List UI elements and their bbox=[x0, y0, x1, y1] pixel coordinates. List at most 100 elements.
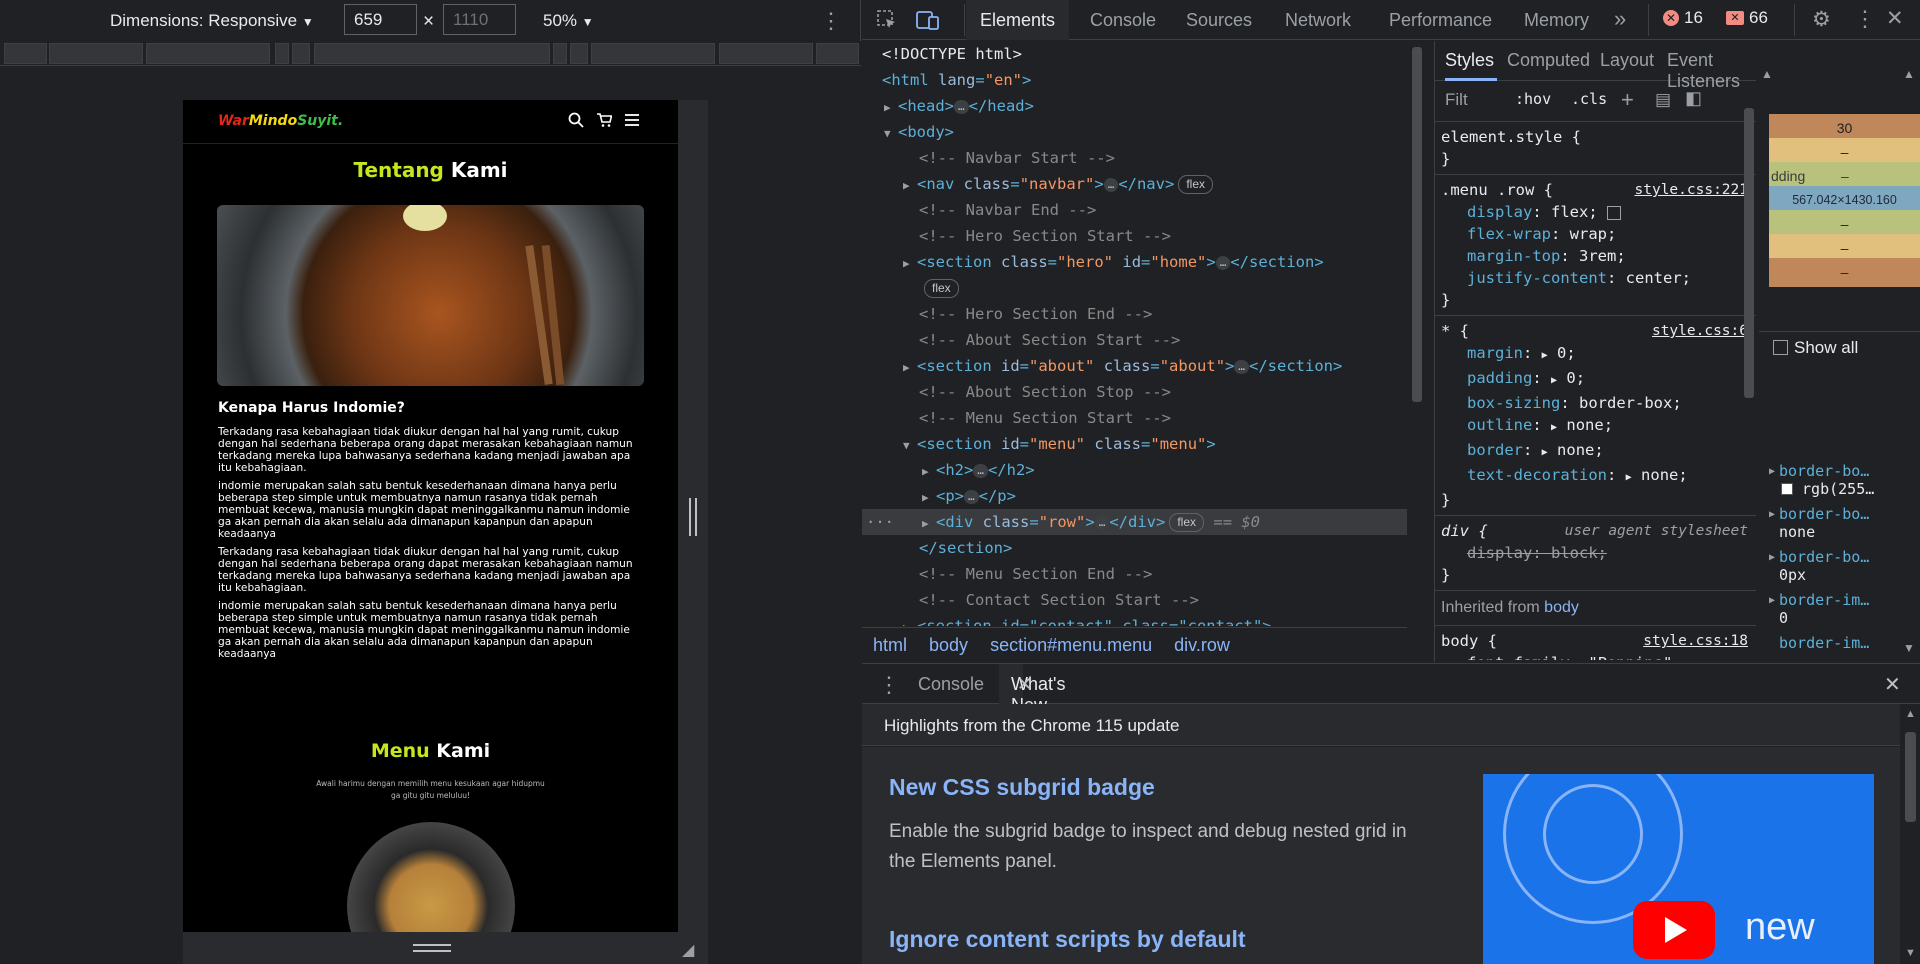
expand-triangle-icon[interactable]: ▶ bbox=[903, 615, 917, 626]
device-toggle-icon[interactable] bbox=[916, 9, 940, 36]
source-link[interactable]: style.css:221 bbox=[1635, 179, 1749, 201]
dom-comment[interactable]: <!-- Navbar Start --> bbox=[862, 145, 1407, 171]
dom-node[interactable]: ▶ <section id="about" class="about">… </se… bbox=[862, 353, 1407, 379]
tab-memory[interactable]: Memory bbox=[1524, 10, 1589, 31]
computed-property[interactable]: ▶ border-bo… none bbox=[1759, 505, 1920, 548]
tab-elements[interactable]: Elements bbox=[966, 0, 1070, 40]
height-input[interactable] bbox=[443, 4, 516, 35]
style-rule[interactable]: body {style.css:18font-family: "Poppins" bbox=[1435, 626, 1756, 662]
resize-handle-bottom[interactable] bbox=[413, 944, 451, 952]
cart-icon[interactable] bbox=[596, 112, 613, 128]
dom-node[interactable]: ▶ <p>… </p> bbox=[862, 483, 1407, 509]
drawer-menu-icon[interactable]: ⋮ bbox=[878, 672, 900, 698]
scroll-up-icon[interactable]: ▲ bbox=[1903, 67, 1915, 81]
css-property[interactable]: display: flex; bbox=[1441, 201, 1756, 223]
hover-state-toggle[interactable]: :hov bbox=[1515, 90, 1551, 108]
close-tab-icon[interactable]: ✕ bbox=[1017, 674, 1032, 695]
css-property[interactable]: justify-content: center; bbox=[1441, 267, 1756, 289]
expand-triangle-icon[interactable]: ▶ bbox=[884, 95, 898, 121]
computed-property[interactable]: border-im… bbox=[1759, 634, 1920, 662]
styles-scrollbar[interactable] bbox=[1742, 82, 1756, 662]
expand-triangle-icon[interactable]: ▶ bbox=[903, 355, 917, 381]
flex-badge[interactable]: flex bbox=[924, 279, 959, 298]
warning-count-badge[interactable]: ✕ 66 bbox=[1726, 8, 1768, 28]
drawer-tab-whats-new[interactable]: What's New ✕ bbox=[999, 664, 1065, 715]
dom-comment[interactable]: <!-- Contact Section Start --> bbox=[862, 587, 1407, 613]
computed-property[interactable]: ▶ border-bo… rgb(255… bbox=[1759, 462, 1920, 505]
style-rule[interactable]: .menu .row {style.css:221 display: flex;… bbox=[1435, 175, 1756, 316]
dom-node[interactable]: </section> bbox=[862, 535, 1407, 561]
dom-comment[interactable]: <!-- Navbar End --> bbox=[862, 197, 1407, 223]
dom-comment[interactable]: <!-- Menu Section Start --> bbox=[862, 405, 1407, 431]
expand-triangle-icon[interactable]: ▶ bbox=[903, 251, 917, 277]
feature-link[interactable]: Ignore content scripts by default bbox=[889, 926, 1246, 953]
dom-comment[interactable]: <!-- Hero Section End --> bbox=[862, 301, 1407, 327]
dom-node[interactable]: ▼ <section id="menu" class="menu"> bbox=[862, 431, 1407, 457]
css-property[interactable]: flex-wrap: wrap; bbox=[1441, 223, 1756, 245]
sidebar-toggle-icon[interactable]: ◧ bbox=[1685, 88, 1702, 109]
more-icon[interactable]: ··· bbox=[866, 509, 894, 535]
flex-badge[interactable]: flex bbox=[1169, 513, 1205, 532]
dom-node[interactable]: ▶ <nav class="navbar">… </nav> flex bbox=[862, 171, 1407, 197]
class-toggle[interactable]: .cls bbox=[1571, 90, 1607, 108]
breadcrumb-item[interactable]: div.row bbox=[1163, 635, 1241, 656]
css-property[interactable]: margin: ▶ 0; bbox=[1441, 342, 1756, 367]
dom-node[interactable]: ▶ <head>… </head> bbox=[862, 93, 1407, 119]
dom-scrollbar[interactable] bbox=[1410, 41, 1424, 626]
dom-comment[interactable]: <!-- About Section Stop --> bbox=[862, 379, 1407, 405]
css-property[interactable]: padding: ▶ 0; bbox=[1441, 367, 1756, 392]
dom-comment[interactable]: <!-- About Section Start --> bbox=[862, 327, 1407, 353]
tab-sources[interactable]: Sources bbox=[1186, 10, 1252, 31]
width-input[interactable] bbox=[344, 4, 417, 35]
drawer-scrollbar[interactable]: ▲ ▼ bbox=[1900, 704, 1920, 964]
css-property-overridden[interactable]: display: block; bbox=[1441, 542, 1756, 564]
margin-box-bottom[interactable]: – bbox=[1769, 258, 1920, 287]
style-rule[interactable]: * {style.css:6 margin: ▶ 0; padding: ▶ 0… bbox=[1435, 316, 1756, 516]
css-property[interactable]: border: ▶ none; bbox=[1441, 439, 1756, 464]
collapse-triangle-icon[interactable]: ▼ bbox=[884, 121, 898, 147]
inspect-element-icon[interactable] bbox=[876, 9, 898, 36]
expand-triangle-icon[interactable]: ▶ bbox=[903, 173, 917, 199]
expand-triangle-icon[interactable]: ▶ bbox=[922, 485, 936, 511]
expand-triangle-icon[interactable]: ▶ bbox=[922, 511, 936, 537]
tab-network[interactable]: Network bbox=[1285, 10, 1351, 31]
scroll-down-icon[interactable]: ▼ bbox=[1903, 641, 1915, 655]
tab-console[interactable]: Console bbox=[1090, 10, 1156, 31]
dom-node[interactable]: ▼ <body> bbox=[862, 119, 1407, 145]
show-all-checkbox[interactable]: Show all bbox=[1773, 338, 1858, 358]
more-tabs-icon[interactable]: » bbox=[1614, 6, 1626, 32]
css-property[interactable]: margin-top: 3rem; bbox=[1441, 245, 1756, 267]
dom-comment[interactable]: <!-- Menu Section End --> bbox=[862, 561, 1407, 587]
breadcrumb-item[interactable]: html bbox=[862, 635, 918, 656]
style-rule[interactable]: element.style {} bbox=[1435, 122, 1756, 175]
tab-layout[interactable]: Layout bbox=[1600, 50, 1654, 71]
css-property[interactable]: text-decoration: ▶ none; bbox=[1441, 464, 1756, 489]
drawer-tab-console[interactable]: Console bbox=[918, 674, 984, 695]
dom-node[interactable]: ▶<section id="contact" class="contact"> bbox=[862, 613, 1407, 626]
style-rule[interactable]: div {user agent stylesheet display: bloc… bbox=[1435, 516, 1756, 591]
dom-node[interactable]: <!DOCTYPE html> bbox=[862, 41, 1407, 67]
css-property[interactable]: outline: ▶ none; bbox=[1441, 414, 1756, 439]
dom-node[interactable]: <html lang="en"> bbox=[862, 67, 1407, 93]
zoom-dropdown[interactable]: 50% ▼ bbox=[543, 11, 594, 31]
color-swatch[interactable] bbox=[1781, 483, 1793, 495]
feature-link[interactable]: New CSS subgrid badge bbox=[889, 774, 1155, 801]
add-rule-icon[interactable]: + bbox=[1621, 87, 1634, 113]
dom-comment[interactable]: <!-- Hero Section Start --> bbox=[862, 223, 1407, 249]
dom-node[interactable]: ▶ <section class="hero" id="home">… </sect… bbox=[862, 249, 1407, 275]
more-options-icon[interactable]: ⋮ bbox=[820, 8, 842, 34]
paint-icon[interactable]: ▤ bbox=[1655, 90, 1671, 110]
computed-property[interactable]: ▶ border-im… 0 bbox=[1759, 591, 1920, 634]
more-options-icon[interactable]: ⋮ bbox=[1854, 6, 1876, 32]
source-link[interactable]: style.css:6 bbox=[1652, 320, 1748, 342]
close-icon[interactable]: ✕ bbox=[1886, 6, 1904, 31]
resize-handle-right[interactable] bbox=[689, 498, 697, 536]
media-query-bar[interactable] bbox=[0, 41, 861, 66]
close-drawer-icon[interactable]: ✕ bbox=[1884, 672, 1901, 697]
search-icon[interactable] bbox=[568, 112, 584, 128]
flexbox-editor-icon[interactable] bbox=[1607, 205, 1622, 220]
filter-input[interactable]: Filt bbox=[1445, 90, 1468, 110]
source-link[interactable]: style.css:18 bbox=[1643, 630, 1748, 652]
site-logo[interactable]: WarMindoSuyit. bbox=[218, 113, 343, 129]
tab-computed[interactable]: Computed bbox=[1507, 50, 1590, 71]
